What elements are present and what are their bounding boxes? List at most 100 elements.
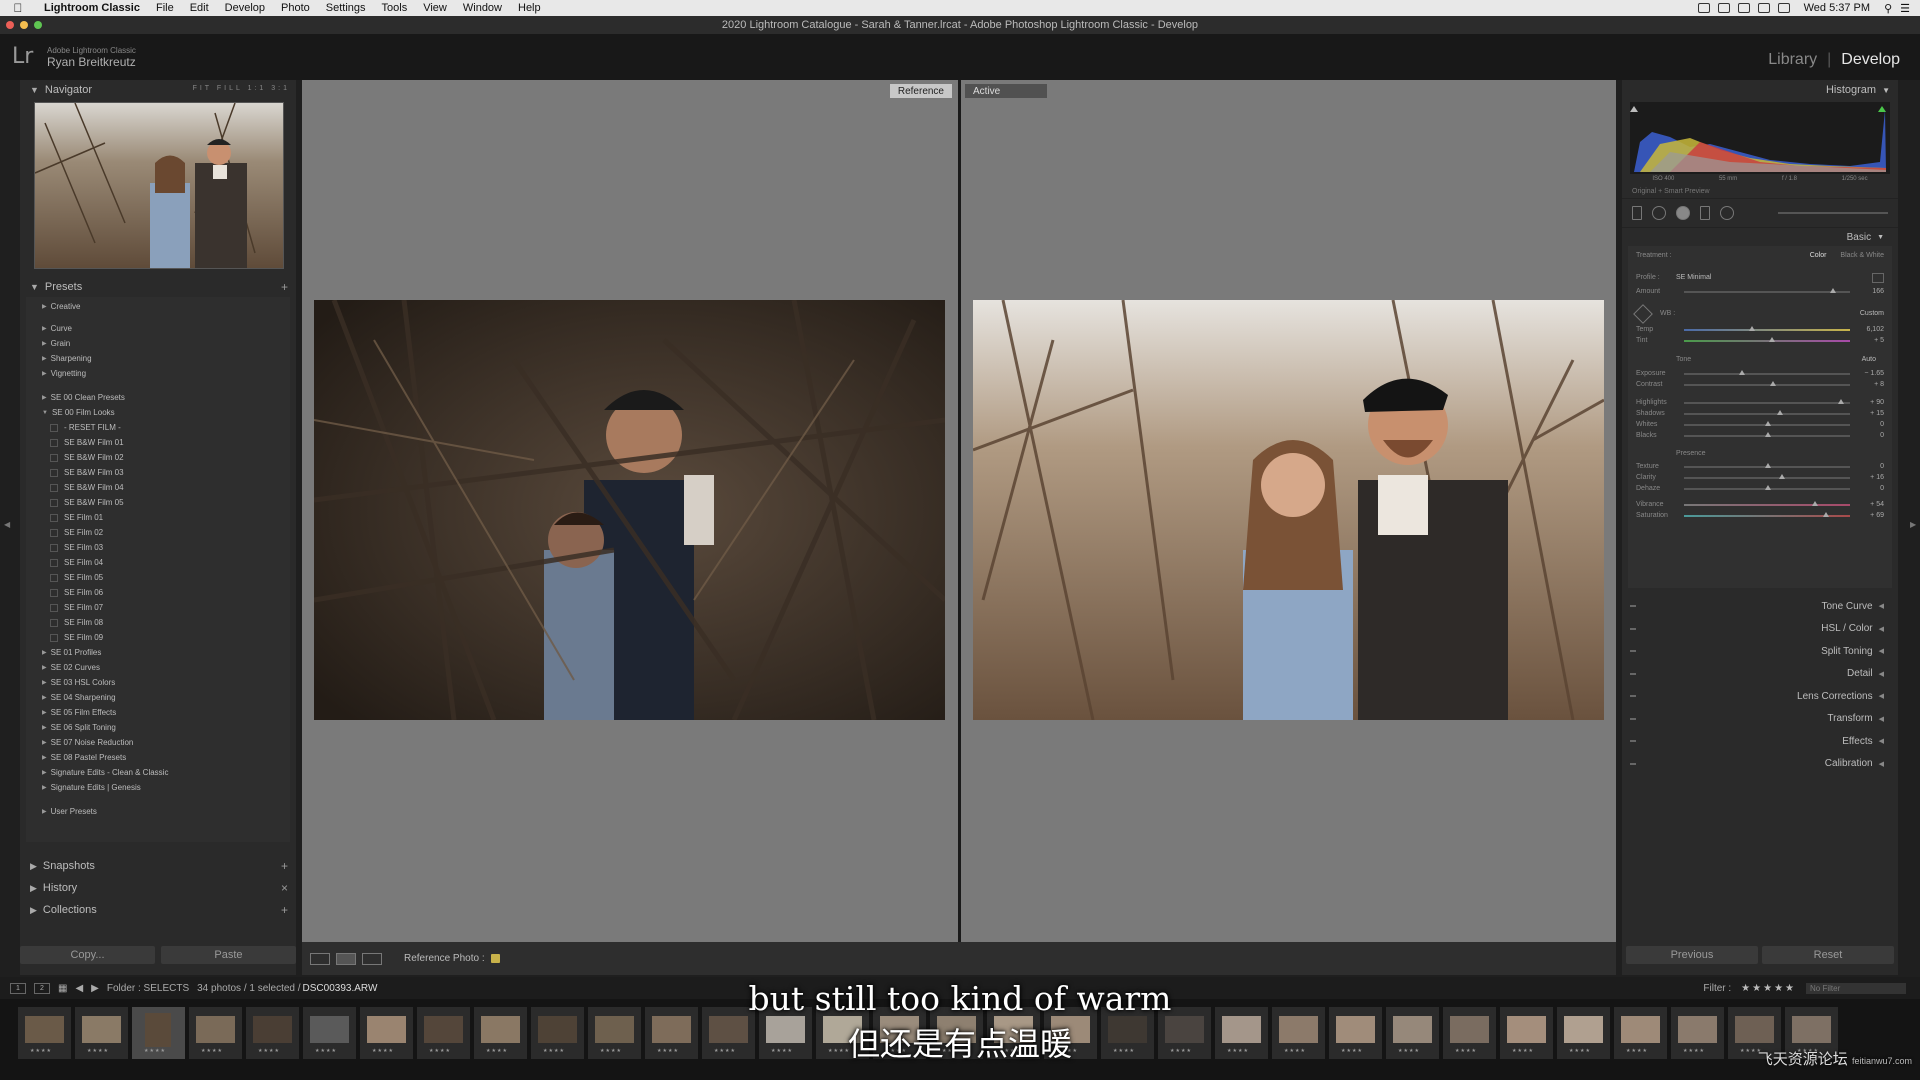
preset-item[interactable]: SE Film 05 — [26, 570, 290, 585]
slider-thumb[interactable] — [1765, 484, 1772, 490]
navigator-header[interactable]: ▼ Navigator FIT FILL 1:1 3:1 — [20, 80, 296, 100]
temp-slider[interactable]: Temp 6,102 — [1636, 324, 1884, 335]
add-collection-icon[interactable]: + — [281, 903, 288, 917]
preset-item[interactable]: SE Film 06 — [26, 585, 290, 600]
radial-filter-icon[interactable] — [1720, 206, 1734, 220]
preset-item[interactable]: - RESET FILM - — [26, 420, 290, 435]
panel-switch-icon[interactable] — [1630, 695, 1636, 698]
menu-settings[interactable]: Settings — [318, 2, 374, 14]
preset-item[interactable]: SE Film 07 — [26, 600, 290, 615]
menu-help[interactable]: Help — [510, 2, 549, 14]
treatment-color-option[interactable]: Color — [1810, 252, 1827, 259]
tint-track[interactable] — [1684, 336, 1850, 342]
preset-item[interactable]: SE Film 04 — [26, 555, 290, 570]
copy-button[interactable]: Copy... — [20, 946, 155, 964]
history-header[interactable]: ▶ History × — [20, 877, 296, 899]
preset-item[interactable]: SE B&W Film 03 — [26, 465, 290, 480]
menu-window[interactable]: Window — [455, 2, 510, 14]
highlights-slider[interactable]: Highlights + 90 — [1636, 397, 1884, 408]
calibration-header[interactable]: Calibration ◀ — [1622, 753, 1898, 776]
brush-slider[interactable] — [1778, 212, 1888, 214]
menu-app[interactable]: Lightroom Classic — [36, 2, 148, 14]
preset-folder-film-looks[interactable]: ▼ SE 00 Film Looks — [26, 405, 290, 420]
add-preset-icon[interactable]: + — [281, 280, 288, 294]
preset-folder-vignetting[interactable]: ▶ Vignetting — [26, 366, 290, 381]
slider-thumb[interactable] — [1765, 462, 1772, 468]
whites-slider[interactable]: Whites 0 — [1636, 419, 1884, 430]
preset-folder-creative[interactable]: ▶ Creative — [26, 297, 290, 312]
treatment-bw-option[interactable]: Black & White — [1840, 252, 1884, 259]
split-toning-header[interactable]: Split Toning ◀ — [1622, 640, 1898, 663]
preset-item[interactable]: SE B&W Film 01 — [26, 435, 290, 450]
left-panel-toggle-icon[interactable]: ◀ — [4, 520, 10, 529]
panel-switch-icon[interactable] — [1630, 740, 1636, 743]
menu-edit[interactable]: Edit — [182, 2, 217, 14]
preset-folder-sharpening[interactable]: ▶ Sharpening — [26, 351, 290, 366]
blacks-slider[interactable]: Blacks 0 — [1636, 430, 1884, 441]
saturation-slider[interactable]: Saturation + 69 — [1636, 510, 1884, 521]
status-icon[interactable] — [1697, 3, 1710, 13]
preset-item[interactable]: SE Film 02 — [26, 525, 290, 540]
preset-item[interactable]: SE Film 01 — [26, 510, 290, 525]
paste-button[interactable]: Paste — [161, 946, 296, 964]
active-photo[interactable] — [973, 300, 1604, 720]
slider-thumb[interactable] — [1830, 287, 1837, 293]
graduated-filter-icon[interactable] — [1700, 206, 1710, 220]
preset-folder-clean[interactable]: ▶ SE 00 Clean Presets — [26, 390, 290, 405]
display-icon[interactable] — [1737, 3, 1750, 13]
exposure-slider[interactable]: Exposure − 1.65 — [1636, 368, 1884, 379]
auto-tone-button[interactable]: Auto — [1862, 356, 1876, 363]
slider-thumb[interactable] — [1738, 369, 1745, 375]
lens-corrections-header[interactable]: Lens Corrections ◀ — [1622, 685, 1898, 708]
preset-folder[interactable]: ▶ SE 08 Pastel Presets — [26, 750, 290, 765]
reset-button[interactable]: Reset — [1762, 946, 1894, 964]
lock-icon[interactable] — [490, 954, 500, 963]
right-panel-toggle-icon[interactable]: ▶ — [1910, 520, 1916, 529]
slider-thumb[interactable] — [1778, 473, 1785, 479]
slider-thumb[interactable] — [1768, 336, 1775, 342]
preset-folder-curve[interactable]: ▶ Curve — [26, 321, 290, 336]
profile-browser-icon[interactable] — [1872, 272, 1884, 283]
loupe-view-icon[interactable] — [310, 952, 330, 965]
dehaze-slider[interactable]: Dehaze 0 — [1636, 483, 1884, 494]
panel-switch-icon[interactable] — [1630, 762, 1636, 765]
apple-icon[interactable]:  — [0, 1, 36, 15]
tone-curve-header[interactable]: Tone Curve ◀ — [1622, 595, 1898, 618]
control-center-icon[interactable]: ☰ — [1900, 2, 1910, 15]
preset-item[interactable]: SE B&W Film 05 — [26, 495, 290, 510]
contrast-slider[interactable]: Contrast + 8 — [1636, 379, 1884, 390]
previous-button[interactable]: Previous — [1626, 946, 1758, 964]
tint-slider[interactable]: Tint + 5 — [1636, 335, 1884, 346]
histogram-header[interactable]: Histogram ▼ — [1622, 80, 1898, 100]
slider-thumb[interactable] — [1770, 380, 1777, 386]
preset-item[interactable]: SE Film 09 — [26, 630, 290, 645]
close-window-icon[interactable] — [6, 21, 14, 29]
minimize-window-icon[interactable] — [20, 21, 28, 29]
shadows-slider[interactable]: Shadows + 15 — [1636, 408, 1884, 419]
preset-item[interactable]: SE Film 08 — [26, 615, 290, 630]
menubar-clock[interactable]: Wed 5:37 PM — [1798, 2, 1876, 14]
preset-folder[interactable]: ▶ SE 07 Noise Reduction — [26, 735, 290, 750]
slider-thumb[interactable] — [1811, 500, 1818, 506]
menu-photo[interactable]: Photo — [273, 2, 318, 14]
preset-folder[interactable]: ▶ SE 01 Profiles — [26, 645, 290, 660]
eyedropper-icon[interactable] — [1633, 303, 1653, 324]
before-after-icon[interactable] — [362, 952, 382, 965]
navigator-zoom-options[interactable]: FIT FILL 1:1 3:1 — [193, 85, 290, 92]
preset-folder-grain[interactable]: ▶ Grain — [26, 336, 290, 351]
detail-header[interactable]: Detail ◀ — [1622, 663, 1898, 686]
effects-header[interactable]: Effects ◀ — [1622, 730, 1898, 753]
active-pane[interactable]: Active — [961, 80, 1617, 942]
slider-thumb[interactable] — [1838, 398, 1845, 404]
menu-tools[interactable]: Tools — [374, 2, 416, 14]
wifi-icon[interactable] — [1757, 3, 1770, 13]
battery-icon[interactable] — [1777, 3, 1790, 13]
preset-folder[interactable]: ▶ SE 06 Split Toning — [26, 720, 290, 735]
preset-folder[interactable]: ▶ SE 02 Curves — [26, 660, 290, 675]
zoom-window-icon[interactable] — [34, 21, 42, 29]
amount-track[interactable] — [1684, 287, 1850, 293]
add-snapshot-icon[interactable]: + — [281, 859, 288, 873]
presets-header[interactable]: ▼ Presets + — [20, 277, 296, 297]
preset-item[interactable]: SE B&W Film 04 — [26, 480, 290, 495]
slider-thumb[interactable] — [1748, 325, 1755, 331]
